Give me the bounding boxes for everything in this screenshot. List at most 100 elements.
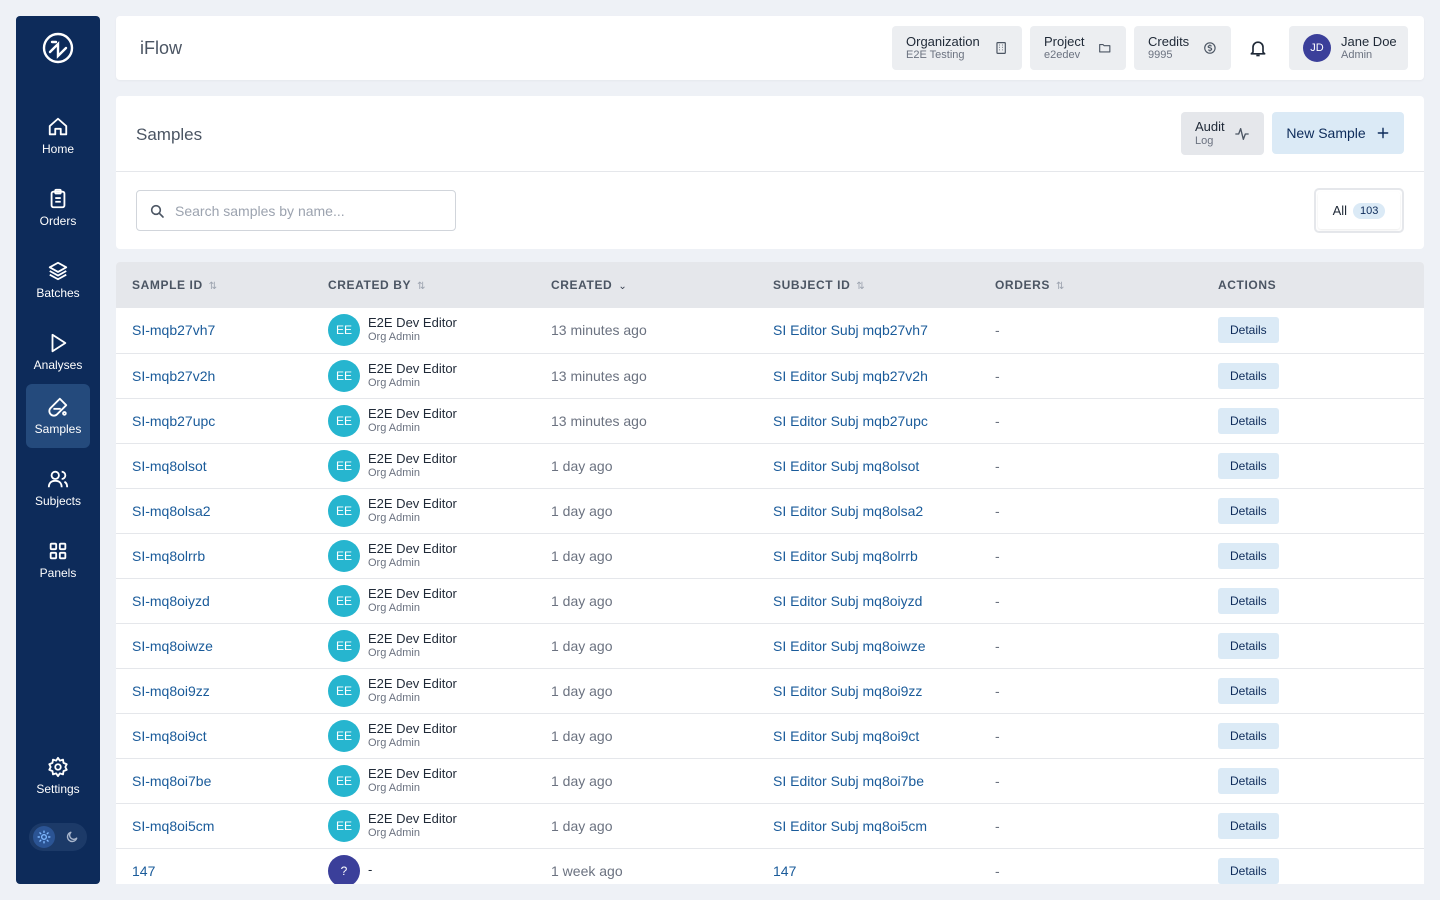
sample-id-link[interactable]: SI-mq8olsot	[132, 458, 207, 474]
sidebar-item-orders[interactable]: Orders	[26, 176, 90, 240]
creator-cell: EE E2E Dev Editor Org Admin	[328, 494, 535, 527]
details-button[interactable]: Details	[1218, 857, 1279, 884]
organization-selector[interactable]: Organization E2E Testing	[892, 26, 1022, 70]
subject-id-link[interactable]: SI Editor Subj mqb27v2h	[773, 368, 928, 384]
details-button[interactable]: Details	[1218, 407, 1279, 434]
subject-id-link[interactable]: SI Editor Subj mq8olsot	[773, 458, 919, 474]
creator-name: E2E Dev Editor	[368, 360, 457, 376]
details-button[interactable]: Details	[1218, 632, 1279, 659]
details-button[interactable]: Details	[1218, 812, 1279, 839]
moon-icon	[66, 831, 78, 843]
sample-id-link[interactable]: SI-mq8oi7be	[132, 773, 211, 789]
dark-theme-button[interactable]	[61, 826, 83, 848]
subject-id-link[interactable]: SI Editor Subj mq8oiyzd	[773, 593, 922, 609]
details-button[interactable]: Details	[1218, 722, 1279, 749]
sidebar-item-home[interactable]: Home	[26, 104, 90, 168]
project-selector[interactable]: Project e2edev	[1030, 26, 1126, 70]
subject-id-link[interactable]: SI Editor Subj mq8oi7be	[773, 773, 924, 789]
sidebar-item-label: Settings	[36, 782, 80, 796]
sample-id-link[interactable]: SI-mq8olsa2	[132, 503, 211, 519]
sidebar-item-subjects[interactable]: Subjects	[26, 456, 90, 520]
subject-id-link[interactable]: SI Editor Subj mq8olrrb	[773, 548, 918, 564]
created-time: 1 day ago	[551, 817, 613, 834]
filter-all-button[interactable]: All 103	[1318, 192, 1400, 229]
new-sample-label: New Sample	[1286, 125, 1366, 141]
subject-id-link[interactable]: SI Editor Subj mq8oi9ct	[773, 728, 919, 744]
creator-role: Org Admin	[368, 736, 420, 749]
subject-id-link[interactable]: SI Editor Subj mq8oiwze	[773, 638, 926, 654]
credits-display[interactable]: Credits 9995	[1134, 26, 1231, 70]
sample-id-link[interactable]: SI-mq8olrrb	[132, 548, 205, 564]
avatar: EE	[328, 404, 360, 437]
creator-name: E2E Dev Editor	[368, 765, 457, 781]
search-box[interactable]	[136, 190, 456, 231]
sample-id-link[interactable]: SI-mq8oi9zz	[132, 683, 210, 699]
light-theme-button[interactable]	[33, 826, 55, 848]
sample-id-link[interactable]: 147	[132, 863, 155, 879]
sample-id-link[interactable]: SI-mqb27v2h	[132, 368, 215, 384]
sidebar-item-samples[interactable]: Samples	[26, 384, 90, 448]
clipboard-icon	[50, 188, 66, 209]
details-button[interactable]: Details	[1218, 677, 1279, 704]
folder-icon	[1099, 44, 1111, 53]
users-icon	[47, 470, 69, 488]
avatar: JD	[1303, 34, 1331, 62]
column-header-sample-id[interactable]: SAMPLE ID ⇅	[116, 262, 312, 308]
creator-name: E2E Dev Editor	[368, 585, 457, 601]
chevron-down-icon: ⌄	[618, 281, 628, 292]
sidebar-item-analyses[interactable]: Analyses	[26, 320, 90, 384]
table-header-row: SAMPLE ID ⇅ CREATED BY ⇅ CREATED ⌄ SUBJECT …	[116, 262, 1424, 308]
creator-role: Org Admin	[368, 556, 420, 569]
subject-id-link[interactable]: SI Editor Subj mq8oi9zz	[773, 683, 922, 699]
sort-icon: ⇅	[208, 281, 218, 292]
creator-role: Org Admin	[368, 601, 420, 614]
sort-icon: ⇅	[856, 281, 866, 292]
sidebar-item-settings[interactable]: Settings	[26, 744, 90, 808]
avatar: EE	[328, 584, 360, 617]
count-badge: 103	[1353, 202, 1386, 219]
orders-value: -	[995, 502, 1000, 519]
column-header-orders[interactable]: ORDERS ⇅	[979, 262, 1202, 308]
audit-log-button[interactable]: Audit Log	[1181, 112, 1264, 155]
details-button[interactable]: Details	[1218, 497, 1279, 524]
column-header-created-by[interactable]: CREATED BY ⇅	[312, 262, 535, 308]
creator-name: E2E Dev Editor	[368, 540, 457, 556]
iflow-logo-icon[interactable]	[40, 30, 76, 66]
sample-id-link[interactable]: SI-mqb27upc	[132, 413, 215, 429]
sample-id-link[interactable]: SI-mq8oiwze	[132, 638, 213, 654]
creator-cell: EE E2E Dev Editor Org Admin	[328, 674, 535, 707]
creator-role: Org Admin	[368, 376, 420, 389]
creator-cell: EE E2E Dev Editor Org Admin	[328, 539, 535, 572]
theme-toggle[interactable]	[29, 823, 87, 851]
bell-icon[interactable]	[1248, 38, 1268, 58]
sample-id-link[interactable]: SI-mqb27vh7	[132, 322, 215, 338]
table-row: SI-mq8oi9ct EE E2E Dev Editor Org Admin …	[116, 713, 1424, 758]
subject-id-link[interactable]: 147	[773, 863, 796, 879]
details-button[interactable]: Details	[1218, 587, 1279, 614]
details-button[interactable]: Details	[1218, 362, 1279, 389]
subject-id-link[interactable]: SI Editor Subj mqb27upc	[773, 413, 928, 429]
top-header: iFlow Organization E2E Testing Project e…	[116, 16, 1424, 80]
details-button[interactable]: Details	[1218, 317, 1279, 344]
filter-group: All 103	[1314, 188, 1404, 233]
new-sample-button[interactable]: New Sample	[1272, 112, 1404, 154]
sample-id-link[interactable]: SI-mq8oi5cm	[132, 818, 214, 834]
details-button[interactable]: Details	[1218, 767, 1279, 794]
details-button[interactable]: Details	[1218, 542, 1279, 569]
column-header-created[interactable]: CREATED ⌄	[535, 262, 757, 308]
subject-id-link[interactable]: SI Editor Subj mqb27vh7	[773, 322, 928, 338]
details-button[interactable]: Details	[1218, 452, 1279, 479]
sidebar-item-batches[interactable]: Batches	[26, 248, 90, 312]
table-row: 147 ? - 1 week ago 147 - Details	[116, 848, 1424, 884]
subject-id-link[interactable]: SI Editor Subj mq8oi5cm	[773, 818, 927, 834]
sample-id-link[interactable]: SI-mq8oi9ct	[132, 728, 207, 744]
user-menu[interactable]: JD Jane Doe Admin	[1289, 26, 1408, 70]
sidebar-item-panels[interactable]: Panels	[26, 528, 90, 592]
column-header-subject-id[interactable]: SUBJECT ID ⇅	[757, 262, 979, 308]
page-title: Samples	[136, 125, 203, 144]
sample-id-link[interactable]: SI-mq8oiyzd	[132, 593, 210, 609]
search-input[interactable]	[175, 202, 445, 219]
table-row: SI-mq8olsot EE E2E Dev Editor Org Admin …	[116, 443, 1424, 488]
subject-id-link[interactable]: SI Editor Subj mq8olsa2	[773, 503, 923, 519]
dollar-coin-icon	[1204, 42, 1216, 54]
